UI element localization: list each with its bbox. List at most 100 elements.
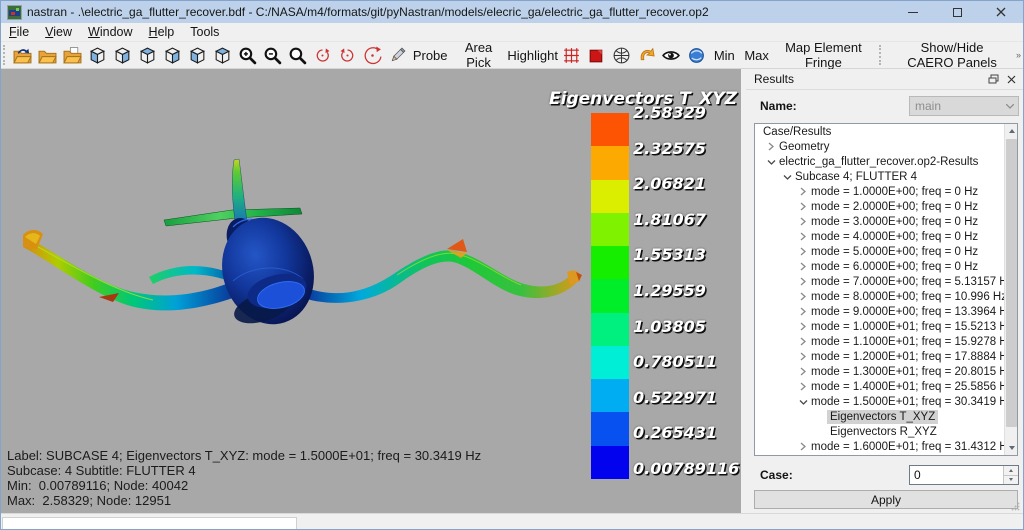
tree-row[interactable]: mode = 1.6000E+01; freq = 31.4312 Hz [755,439,1017,454]
area-pick-button[interactable]: Area Pick [451,43,507,68]
spin-down-icon[interactable] [1004,475,1018,485]
menu-view[interactable]: View [37,24,80,40]
expand-icon[interactable] [798,322,808,331]
scroll-down-icon[interactable] [1005,441,1018,455]
expand-icon[interactable] [798,187,808,196]
expand-icon[interactable] [798,232,808,241]
rotate-ccw-button[interactable] [335,43,360,68]
tree-row[interactable]: Eigenvectors T_XYZ [755,409,1017,424]
scrollbar-thumb[interactable] [1006,139,1017,427]
scroll-up-icon[interactable] [1005,124,1018,138]
tree-row[interactable]: mode = 2.0000E+00; freq = 0 Hz [755,199,1017,214]
rotate-center-button[interactable] [360,43,385,68]
eye-icon [661,46,681,65]
reload-button[interactable] [10,43,35,68]
tree-scrollbar[interactable] [1004,124,1017,455]
view-cube-back-button[interactable] [185,43,210,68]
tree-row[interactable]: mode = 1.3000E+01; freq = 20.8015 Hz [755,364,1017,379]
close-button[interactable] [979,1,1023,23]
probe-button[interactable]: Probe [410,43,451,68]
view-cube-top-button[interactable] [210,43,235,68]
tree-row[interactable]: mode = 1.5000E+01; freq = 30.3419 Hz [755,394,1017,409]
toolbar-grip[interactable] [3,45,6,65]
apply-button[interactable]: Apply [754,490,1018,509]
expand-icon[interactable] [798,277,808,286]
show-hide-caero-panels-button[interactable]: Show/Hide CAERO Panels [888,43,1016,68]
tree-row[interactable]: Geometry [755,139,1017,154]
tree-row[interactable]: mode = 1.2000E+01; freq = 17.8884 Hz [755,349,1017,364]
tree-row[interactable]: mode = 8.0000E+00; freq = 10.996 Hz [755,289,1017,304]
colorbar-label: 0.522971 [633,388,741,407]
expand-icon[interactable] [798,382,808,391]
edges-button[interactable] [609,43,634,68]
solid-red-icon [587,46,606,65]
case-spinbox[interactable]: 0 [909,465,1019,485]
screenshot-button[interactable] [684,43,709,68]
collapse-icon[interactable] [798,398,808,406]
expand-icon[interactable] [798,337,808,346]
resize-grip-icon[interactable] [1011,502,1020,511]
case-label: Case: [760,468,793,482]
flip-button[interactable] [634,43,659,68]
expand-icon[interactable] [798,442,808,451]
results-tree[interactable]: Case/ResultsGeometryelectric_ga_flutter_… [754,123,1018,456]
tree-row[interactable]: electric_ga_flutter_recover.op2-Results [755,154,1017,169]
expand-icon[interactable] [798,367,808,376]
spin-up-icon[interactable] [1004,466,1018,475]
measure-button[interactable] [385,43,410,68]
tree-row[interactable]: mode = 3.0000E+00; freq = 0 Hz [755,214,1017,229]
expand-icon[interactable] [798,307,808,316]
tree-row[interactable]: mode = 7.0000E+00; freq = 5.13157 Hz [755,274,1017,289]
solid-red-button[interactable] [584,43,609,68]
tree-row[interactable]: mode = 1.1000E+01; freq = 15.9278 Hz [755,334,1017,349]
expand-icon[interactable] [798,292,808,301]
float-panel-icon[interactable] [988,74,999,84]
tree-row[interactable]: mode = 5.0000E+00; freq = 0 Hz [755,244,1017,259]
rotate-cw-button[interactable] [310,43,335,68]
view-cube-front-button[interactable] [135,43,160,68]
viewport-3d[interactable]: Eigenvectors T_XYZ 2.583292.325752.06821… [1,69,741,513]
menu-file[interactable]: File [1,24,37,40]
tree-row[interactable]: Subcase 4; FLUTTER 4 [755,169,1017,184]
tree-row[interactable]: mode = 1.0000E+01; freq = 15.5213 Hz [755,319,1017,334]
maximize-button[interactable] [935,1,979,23]
collapse-icon[interactable] [782,173,792,181]
view-cube-left-button[interactable] [110,43,135,68]
close-panel-icon[interactable] [1007,75,1016,84]
tree-row[interactable]: mode = 1.0000E+00; freq = 0 Hz [755,184,1017,199]
tree-row[interactable]: mode = 4.0000E+00; freq = 0 Hz [755,229,1017,244]
open-geometry-button[interactable] [35,43,60,68]
highlight-button[interactable]: Highlight [507,43,559,68]
expand-icon[interactable] [798,217,808,226]
expand-icon[interactable] [766,142,776,151]
magnify-button[interactable] [285,43,310,68]
expand-icon[interactable] [798,202,808,211]
toolbar-overflow-icon[interactable]: » [1016,50,1020,60]
view-cube-right-button[interactable] [160,43,185,68]
tree-row[interactable]: mode = 6.0000E+00; freq = 0 Hz [755,259,1017,274]
expand-icon[interactable] [798,262,808,271]
menu-tools[interactable]: Tools [182,24,227,40]
tree-row[interactable]: mode = 1.4000E+01; freq = 25.5856 Hz [755,379,1017,394]
open-results-button[interactable] [60,43,85,68]
minimize-button[interactable] [891,1,935,23]
zoom-in-button[interactable] [235,43,260,68]
eye-button[interactable] [659,43,684,68]
tree-row[interactable]: Eigenvectors R_XYZ [755,424,1017,439]
expand-icon[interactable] [798,247,808,256]
view-cube-iso-button[interactable] [85,43,110,68]
min-button[interactable]: Min [709,43,740,68]
tree-row[interactable]: mode = 9.0000E+00; freq = 13.3964 Hz [755,304,1017,319]
zoom-out-button[interactable] [260,43,285,68]
expand-icon[interactable] [798,352,808,361]
menu-window[interactable]: Window [80,24,140,40]
tree-row[interactable]: Case/Results [755,124,1017,139]
menu-help[interactable]: Help [141,24,183,40]
collapse-icon[interactable] [766,158,776,166]
max-button[interactable]: Max [740,43,774,68]
case-spinbox-value[interactable]: 0 [910,466,1003,484]
map-element-fringe-button[interactable]: Map Element Fringe [773,43,873,68]
name-combobox[interactable]: main [909,96,1019,116]
wireframe-red-button[interactable] [559,43,584,68]
aircraft-model[interactable] [1,69,741,513]
